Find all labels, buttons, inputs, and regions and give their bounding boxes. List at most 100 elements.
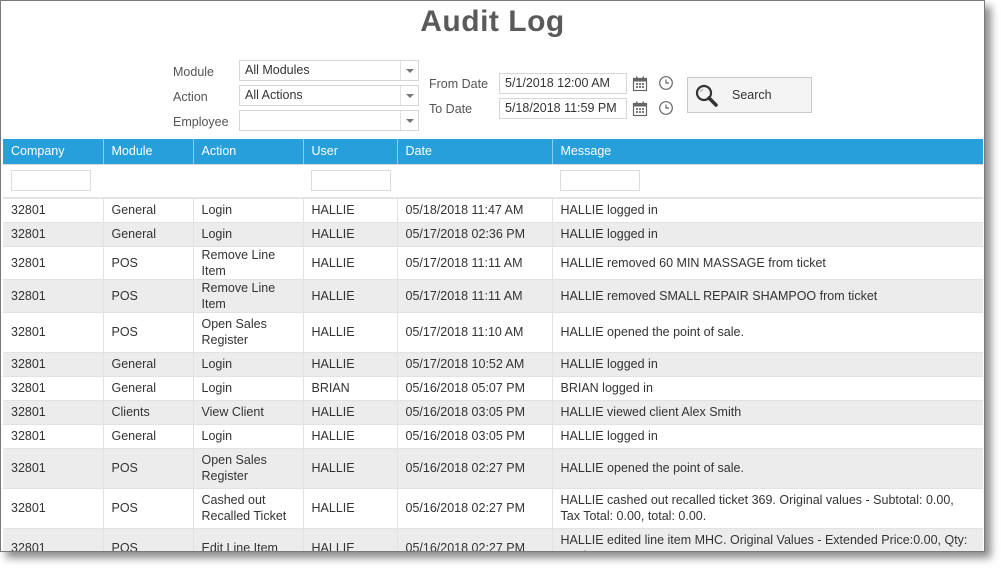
to-date-value: 5/18/2018 11:59 PM bbox=[505, 101, 617, 115]
cell-message: HALLIE removed SMALL REPAIR SHAMPOO from… bbox=[552, 279, 983, 313]
employee-label: Employee bbox=[173, 115, 229, 129]
table-row[interactable]: 32801 General Login HALLIE 05/17/2018 10:52 … bbox=[3, 352, 983, 377]
cell-action: Remove Line Item bbox=[193, 246, 304, 280]
cell-action: Open Sales Register bbox=[193, 448, 304, 489]
cell-company: 32801 bbox=[3, 528, 104, 551]
clock-icon[interactable] bbox=[658, 100, 674, 116]
chevron-down-icon[interactable] bbox=[400, 111, 418, 130]
clock-icon[interactable] bbox=[658, 75, 674, 91]
message-filter-input[interactable] bbox=[560, 170, 640, 192]
cell-date: 05/16/2018 02:27 PM bbox=[397, 488, 553, 529]
cell-date: 05/17/2018 11:11 AM bbox=[397, 246, 553, 280]
cell-action: View Client bbox=[193, 400, 304, 425]
cell-date: 05/16/2018 03:05 PM bbox=[397, 424, 553, 449]
module-label: Module bbox=[173, 65, 214, 79]
cell-date: 05/17/2018 02:36 PM bbox=[397, 222, 553, 247]
cell-date: 05/16/2018 02:27 PM bbox=[397, 528, 553, 551]
calendar-icon[interactable] bbox=[632, 101, 648, 117]
cell-action: Login bbox=[193, 424, 304, 449]
cell-module: POS bbox=[103, 279, 194, 313]
cell-date: 05/18/2018 11:47 AM bbox=[397, 198, 553, 223]
cell-message: HALLIE cashed out recalled ticket 369. O… bbox=[552, 488, 983, 529]
action-select[interactable]: All Actions bbox=[239, 85, 419, 106]
cell-action: Cashed out Recalled Ticket bbox=[193, 488, 304, 529]
cell-message: HALLIE logged in bbox=[552, 424, 983, 449]
cell-date: 05/17/2018 11:10 AM bbox=[397, 312, 553, 353]
from-date-label: From Date bbox=[429, 77, 489, 91]
cell-company: 32801 bbox=[3, 448, 104, 489]
column-header-company[interactable]: Company bbox=[3, 139, 104, 165]
table-row[interactable]: 32801 Clients View Client HALLIE 05/16/2018 … bbox=[3, 400, 983, 425]
cell-user: HALLIE bbox=[303, 312, 398, 353]
column-header-user[interactable]: User bbox=[303, 139, 398, 165]
column-header-message[interactable]: Message bbox=[552, 139, 983, 165]
cell-user: HALLIE bbox=[303, 528, 398, 551]
cell-company: 32801 bbox=[3, 312, 104, 353]
cell-user: HALLIE bbox=[303, 222, 398, 247]
cell-message: HALLIE edited line item MHC. Original Va… bbox=[552, 528, 983, 551]
cell-user: HALLIE bbox=[303, 352, 398, 377]
cell-module: POS bbox=[103, 488, 194, 529]
calendar-icon[interactable] bbox=[632, 76, 648, 92]
cell-message: HALLIE logged in bbox=[552, 222, 983, 247]
cell-date: 05/17/2018 11:11 AM bbox=[397, 279, 553, 313]
column-header-action[interactable]: Action bbox=[193, 139, 304, 165]
cell-date: 05/16/2018 02:27 PM bbox=[397, 448, 553, 489]
audit-log-panel: Audit Log Module All Modules Action All … bbox=[0, 0, 985, 552]
cell-message: HALLIE viewed client Alex Smith bbox=[552, 400, 983, 425]
cell-module: POS bbox=[103, 312, 194, 353]
cell-message: BRIAN logged in bbox=[552, 376, 983, 401]
chevron-down-icon[interactable] bbox=[400, 61, 418, 80]
table-row[interactable]: 32801 POS Open Sales Register HALLIE 05/17/2… bbox=[3, 312, 983, 353]
action-select-value: All Actions bbox=[245, 88, 303, 102]
cell-action: Login bbox=[193, 222, 304, 247]
to-date-label: To Date bbox=[429, 102, 473, 116]
audit-log-grid: Company Module Action User Date Message bbox=[3, 139, 983, 551]
cell-date: 05/17/2018 10:52 AM bbox=[397, 352, 553, 377]
table-row[interactable]: 32801 POS Open Sales Register HALLIE 05/16/2… bbox=[3, 448, 983, 489]
table-row[interactable]: 32801 General Login BRIAN 05/16/2018 05:07 P… bbox=[3, 376, 983, 401]
cell-user: HALLIE bbox=[303, 448, 398, 489]
cell-date: 05/16/2018 05:07 PM bbox=[397, 376, 553, 401]
filter-row bbox=[3, 164, 983, 199]
cell-action: Login bbox=[193, 352, 304, 377]
cell-message: HALLIE logged in bbox=[552, 198, 983, 223]
cell-message: HALLIE logged in bbox=[552, 352, 983, 377]
cell-message: HALLIE opened the point of sale. bbox=[552, 448, 983, 489]
employee-select[interactable] bbox=[239, 110, 419, 131]
table-row[interactable]: 32801 POS Remove Line Item HALLIE 05/17/2018… bbox=[3, 246, 983, 280]
table-row[interactable]: 32801 General Login HALLIE 05/16/2018 03:05 … bbox=[3, 424, 983, 449]
table-row[interactable]: 32801 General Login HALLIE 05/17/2018 02:36 … bbox=[3, 222, 983, 247]
cell-company: 32801 bbox=[3, 376, 104, 401]
table-row[interactable]: 32801 POS Edit Line Item HALLIE 05/16/2018 0… bbox=[3, 528, 983, 551]
cell-action: Login bbox=[193, 376, 304, 401]
user-filter-input[interactable] bbox=[311, 170, 391, 192]
cell-module: General bbox=[103, 352, 194, 377]
cell-user: HALLIE bbox=[303, 198, 398, 223]
cell-user: HALLIE bbox=[303, 400, 398, 425]
table-row[interactable]: 32801 General Login HALLIE 05/18/2018 11:47 … bbox=[3, 198, 983, 223]
cell-company: 32801 bbox=[3, 424, 104, 449]
from-date-value: 5/1/2018 12:00 AM bbox=[505, 76, 610, 90]
module-select[interactable]: All Modules bbox=[239, 60, 419, 81]
column-header-date[interactable]: Date bbox=[397, 139, 553, 165]
cell-message: HALLIE removed 60 MIN MASSAGE from ticke… bbox=[552, 246, 983, 280]
from-date-input[interactable]: 5/1/2018 12:00 AM bbox=[499, 73, 627, 94]
page-title: Audit Log bbox=[420, 5, 565, 38]
cell-company: 32801 bbox=[3, 246, 104, 280]
cell-user: HALLIE bbox=[303, 246, 398, 280]
cell-company: 32801 bbox=[3, 352, 104, 377]
column-header-module[interactable]: Module bbox=[103, 139, 194, 165]
to-date-input[interactable]: 5/18/2018 11:59 PM bbox=[499, 98, 627, 119]
magnifier-icon bbox=[695, 84, 718, 107]
cell-module: POS bbox=[103, 246, 194, 280]
cell-module: Clients bbox=[103, 400, 194, 425]
cell-message: HALLIE opened the point of sale. bbox=[552, 312, 983, 353]
search-button[interactable]: Search bbox=[687, 77, 812, 113]
table-row[interactable]: 32801 POS Cashed out Recalled Ticket HALLIE… bbox=[3, 488, 983, 529]
cell-company: 32801 bbox=[3, 488, 104, 529]
cell-company: 32801 bbox=[3, 279, 104, 313]
table-row[interactable]: 32801 POS Remove Line Item HALLIE 05/17/2018… bbox=[3, 279, 983, 313]
chevron-down-icon[interactable] bbox=[400, 86, 418, 105]
company-filter-input[interactable] bbox=[11, 170, 91, 192]
